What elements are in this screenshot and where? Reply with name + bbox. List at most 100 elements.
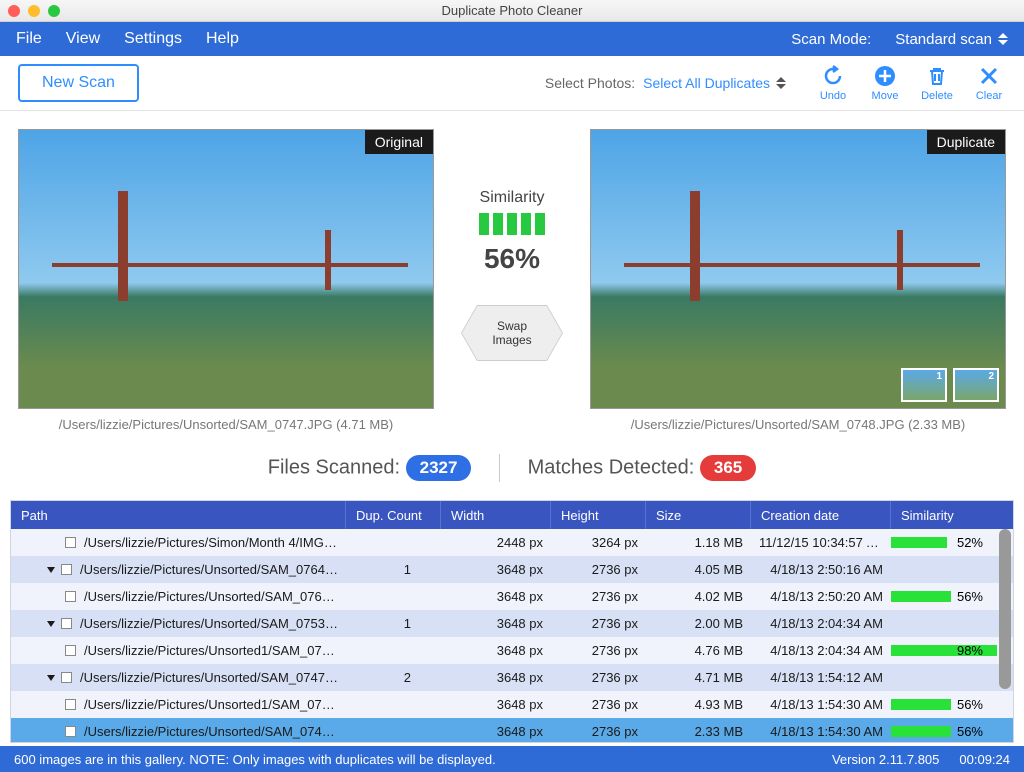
disclosure-triangle-icon[interactable]: [47, 567, 55, 573]
row-size: 4.05 MB: [646, 562, 751, 577]
menu-view[interactable]: View: [66, 30, 100, 48]
scan-mode-value: Standard scan: [895, 31, 992, 48]
row-path: /Users/lizzie/Pictures/Unsorted/SAM_0748…: [84, 724, 338, 739]
row-width: 3648 px: [441, 562, 551, 577]
row-height: 2736 px: [551, 589, 646, 604]
scan-mode-dropdown[interactable]: Standard scan: [895, 31, 1008, 48]
row-height: 2736 px: [551, 697, 646, 712]
table-row[interactable]: /Users/lizzie/Pictures/Unsorted1/SAM_074…: [11, 691, 1013, 718]
status-time: 00:09:24: [959, 752, 1010, 767]
status-version: Version 2.11.7.805: [832, 752, 939, 767]
matches-detected-label: Matches Detected:: [528, 456, 695, 478]
undo-button[interactable]: Undo: [816, 64, 850, 102]
row-dupcount: 1: [346, 616, 441, 631]
row-width: 3648 px: [441, 697, 551, 712]
row-creationdate: 4/18/13 1:54:12 AM: [751, 670, 891, 685]
row-height: 2736 px: [551, 616, 646, 631]
app-menubar: File View Settings Help Scan Mode: Stand…: [0, 22, 1024, 56]
row-size: 2.00 MB: [646, 616, 751, 631]
duplicate-image[interactable]: Duplicate 1 2: [590, 129, 1006, 409]
row-creationdate: 4/18/13 2:04:34 AM: [751, 616, 891, 631]
delete-button[interactable]: Delete: [920, 64, 954, 102]
files-scanned-value: 2327: [406, 455, 472, 481]
row-creationdate: 4/18/13 1:54:30 AM: [751, 724, 891, 739]
row-size: 2.33 MB: [646, 724, 751, 739]
new-scan-button[interactable]: New Scan: [18, 64, 139, 102]
row-height: 3264 px: [551, 535, 646, 550]
row-path: /Users/lizzie/Pictures/Unsorted/SAM_0747…: [80, 670, 338, 685]
select-photos-dropdown[interactable]: Select All Duplicates: [643, 75, 786, 91]
move-button[interactable]: Move: [868, 64, 902, 102]
row-creationdate: 4/18/13 1:54:30 AM: [751, 697, 891, 712]
original-badge: Original: [365, 130, 433, 154]
window-titlebar: Duplicate Photo Cleaner: [0, 0, 1024, 22]
row-size: 4.71 MB: [646, 670, 751, 685]
original-caption: /Users/lizzie/Pictures/Unsorted/SAM_0747…: [18, 417, 434, 432]
menu-settings[interactable]: Settings: [124, 30, 182, 48]
table-row[interactable]: /Users/lizzie/Pictures/Unsorted1/SAM_075…: [11, 637, 1013, 664]
row-checkbox[interactable]: [65, 645, 76, 656]
th-width[interactable]: Width: [441, 501, 551, 529]
compare-pane: Original /Users/lizzie/Pictures/Unsorted…: [0, 111, 1024, 440]
row-checkbox[interactable]: [61, 672, 72, 683]
table-row[interactable]: /Users/lizzie/Pictures/Unsorted/SAM_0764…: [11, 556, 1013, 583]
swap-images-button[interactable]: Swap Images: [477, 305, 547, 361]
row-width: 3648 px: [441, 670, 551, 685]
trash-icon: [925, 64, 949, 88]
window-title: Duplicate Photo Cleaner: [0, 3, 1024, 18]
clear-button[interactable]: Clear: [972, 64, 1006, 102]
table-row[interactable]: /Users/lizzie/Pictures/Unsorted/SAM_0765…: [11, 583, 1013, 610]
row-checkbox[interactable]: [65, 591, 76, 602]
duplicate-thumb[interactable]: 1: [901, 368, 947, 402]
row-path: /Users/lizzie/Pictures/Unsorted/SAM_0764…: [80, 562, 338, 577]
table-scrollbar[interactable]: [999, 529, 1011, 689]
table-row[interactable]: /Users/lizzie/Pictures/Unsorted/SAM_0748…: [11, 718, 1013, 742]
similarity-label: Similarity: [452, 189, 572, 207]
disclosure-triangle-icon[interactable]: [47, 621, 55, 627]
row-size: 4.93 MB: [646, 697, 751, 712]
row-width: 2448 px: [441, 535, 551, 550]
row-checkbox[interactable]: [65, 726, 76, 737]
disclosure-triangle-icon[interactable]: [47, 675, 55, 681]
row-path: /Users/lizzie/Pictures/Unsorted/SAM_0765…: [84, 589, 338, 604]
row-size: 1.18 MB: [646, 535, 751, 550]
select-photos-label: Select Photos:: [545, 75, 635, 91]
row-similarity: 98%: [891, 643, 999, 658]
table-row[interactable]: /Users/lizzie/Pictures/Simon/Month 4/IMG…: [11, 529, 1013, 556]
th-creationdate[interactable]: Creation date: [751, 501, 891, 529]
row-similarity: 56%: [891, 589, 999, 604]
row-width: 3648 px: [441, 616, 551, 631]
row-similarity: 56%: [891, 724, 999, 739]
table-row[interactable]: /Users/lizzie/Pictures/Unsorted/SAM_0747…: [11, 664, 1013, 691]
row-width: 3648 px: [441, 643, 551, 658]
menu-help[interactable]: Help: [206, 30, 239, 48]
th-similarity[interactable]: Similarity: [891, 501, 999, 529]
row-size: 4.02 MB: [646, 589, 751, 604]
th-size[interactable]: Size: [646, 501, 751, 529]
original-image[interactable]: Original: [18, 129, 434, 409]
row-creationdate: 4/18/13 2:50:20 AM: [751, 589, 891, 604]
similarity-percent: 56%: [452, 243, 572, 275]
th-path[interactable]: Path: [11, 501, 346, 529]
row-path: /Users/lizzie/Pictures/Unsorted1/SAM_075…: [84, 643, 338, 658]
row-dupcount: 1: [346, 562, 441, 577]
row-checkbox[interactable]: [61, 618, 72, 629]
table-header: Path Dup. Count Width Height Size Creati…: [11, 501, 1013, 529]
row-checkbox[interactable]: [61, 564, 72, 575]
duplicate-thumb[interactable]: 2: [953, 368, 999, 402]
similarity-bars: [452, 213, 572, 235]
th-dupcount[interactable]: Dup. Count: [346, 501, 441, 529]
row-similarity: [891, 670, 999, 685]
undo-icon: [821, 64, 845, 88]
table-row[interactable]: /Users/lizzie/Pictures/Unsorted/SAM_0753…: [11, 610, 1013, 637]
menu-file[interactable]: File: [16, 30, 42, 48]
row-creationdate: 4/18/13 2:50:16 AM: [751, 562, 891, 577]
row-similarity: 52%: [891, 535, 999, 550]
th-height[interactable]: Height: [551, 501, 646, 529]
row-path: /Users/lizzie/Pictures/Simon/Month 4/IMG…: [84, 535, 338, 550]
dropdown-arrows-icon: [776, 77, 786, 89]
duplicate-caption: /Users/lizzie/Pictures/Unsorted/SAM_0748…: [590, 417, 1006, 432]
row-checkbox[interactable]: [65, 699, 76, 710]
scan-mode-label: Scan Mode:: [791, 31, 871, 48]
row-checkbox[interactable]: [65, 537, 76, 548]
